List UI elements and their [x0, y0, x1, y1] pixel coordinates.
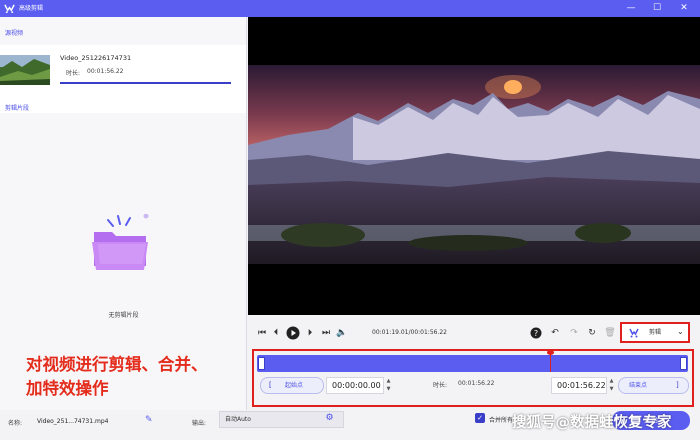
set-start-label: 起始点 [285, 382, 304, 389]
set-end-button[interactable]: 结束点 ] [618, 377, 689, 394]
set-start-button[interactable]: [ 起始点 [260, 377, 324, 394]
set-end-label: 结束点 [629, 382, 648, 389]
svg-text:?: ? [534, 329, 538, 338]
empty-clips-text: 无剪辑片段 [108, 312, 139, 319]
maximize-button[interactable]: ☐ [650, 1, 664, 15]
end-time-stepper[interactable]: ▲ ▼ [607, 377, 616, 394]
clip-duration-value: 00:01:56.22 [458, 380, 495, 387]
playhead-knob[interactable] [547, 350, 554, 355]
left-panel: 源视频 Video_251226174731 时长: 00:01:56.22 剪… [0, 17, 247, 410]
skip-back-icon[interactable]: ⏴ [270, 327, 282, 339]
clip-duration-label: 时长: [433, 382, 448, 389]
rename-pencil-icon[interactable]: ✎ [145, 415, 155, 425]
mode-dropdown-label: 剪辑 [649, 329, 662, 336]
window-title: 高级剪辑 [19, 5, 44, 12]
source-section-title: 源视频 [5, 30, 24, 37]
watermark-text: 搜狐号@数据蛙恢复专家 [512, 415, 672, 431]
next-frame-icon[interactable]: ⏭ [320, 327, 332, 339]
start-time-stepper[interactable]: ▲ ▼ [384, 377, 393, 394]
annotation-line-1: 对视频进行剪辑、合并、 [26, 355, 208, 374]
clips-section-title: 剪辑片段 [5, 105, 30, 112]
source-duration-label: 时长: [66, 70, 81, 77]
source-file-name: Video_251226174731 [60, 54, 132, 62]
reset-icon[interactable]: ↻ [586, 327, 598, 339]
video-frame [248, 65, 700, 264]
output-label: 输出: [192, 420, 207, 427]
start-time-field[interactable]: 00:00:00.00 [326, 377, 384, 394]
end-bracket: ] [676, 381, 679, 389]
source-video-card[interactable]: Video_251226174731 时长: 00:01:56.22 [0, 45, 246, 113]
settings-gear-icon[interactable]: ⚙ [324, 413, 335, 424]
timeline-track[interactable] [257, 355, 688, 372]
prev-frame-icon[interactable]: ⏮ [256, 327, 268, 339]
close-button[interactable]: ✕ [677, 1, 691, 15]
source-duration: 00:01:56.22 [87, 68, 124, 75]
merge-all-checkbox[interactable]: ✓ [475, 413, 485, 423]
annotation-line-2: 加特效操作 [26, 379, 109, 398]
playback-controls: ⏮ ⏴ ⏵ ⏭ 🔈 00:01:19.01/00:01:56.22 ? ↶ ↷ … [248, 316, 700, 352]
help-icon[interactable]: ? [530, 327, 542, 339]
time-display: 00:01:19.01/00:01:56.22 [372, 329, 447, 336]
edit-mode-icon [629, 328, 639, 338]
name-label: 名称: [8, 420, 23, 427]
delete-icon[interactable]: 🗑 [604, 327, 616, 339]
source-thumbnail [0, 55, 50, 85]
output-file-name: Video_251...74731.mp4 [37, 418, 109, 425]
skip-forward-icon[interactable]: ⏵ [304, 327, 316, 339]
minimize-button[interactable]: — [624, 1, 638, 15]
start-bracket: [ [269, 381, 272, 389]
app-logo-icon [4, 4, 15, 14]
video-preview[interactable] [248, 17, 700, 315]
mode-dropdown[interactable]: 剪辑 ⌄ [620, 322, 690, 343]
track-start-handle[interactable] [258, 357, 265, 370]
play-icon[interactable] [286, 326, 300, 340]
track-end-handle[interactable] [680, 357, 687, 370]
volume-icon[interactable]: 🔈 [336, 327, 348, 339]
undo-icon[interactable]: ↶ [549, 327, 561, 339]
end-time-field[interactable]: 00:01:56.22 [551, 377, 607, 394]
source-selected-indicator [60, 82, 231, 84]
title-bar: 高级剪辑 — ☐ ✕ [0, 0, 700, 17]
chevron-down-icon: ⌄ [677, 327, 684, 336]
merge-all-label: 合并所有 [489, 417, 514, 424]
redo-icon[interactable]: ↷ [568, 327, 580, 339]
empty-folder-icon [92, 214, 149, 270]
